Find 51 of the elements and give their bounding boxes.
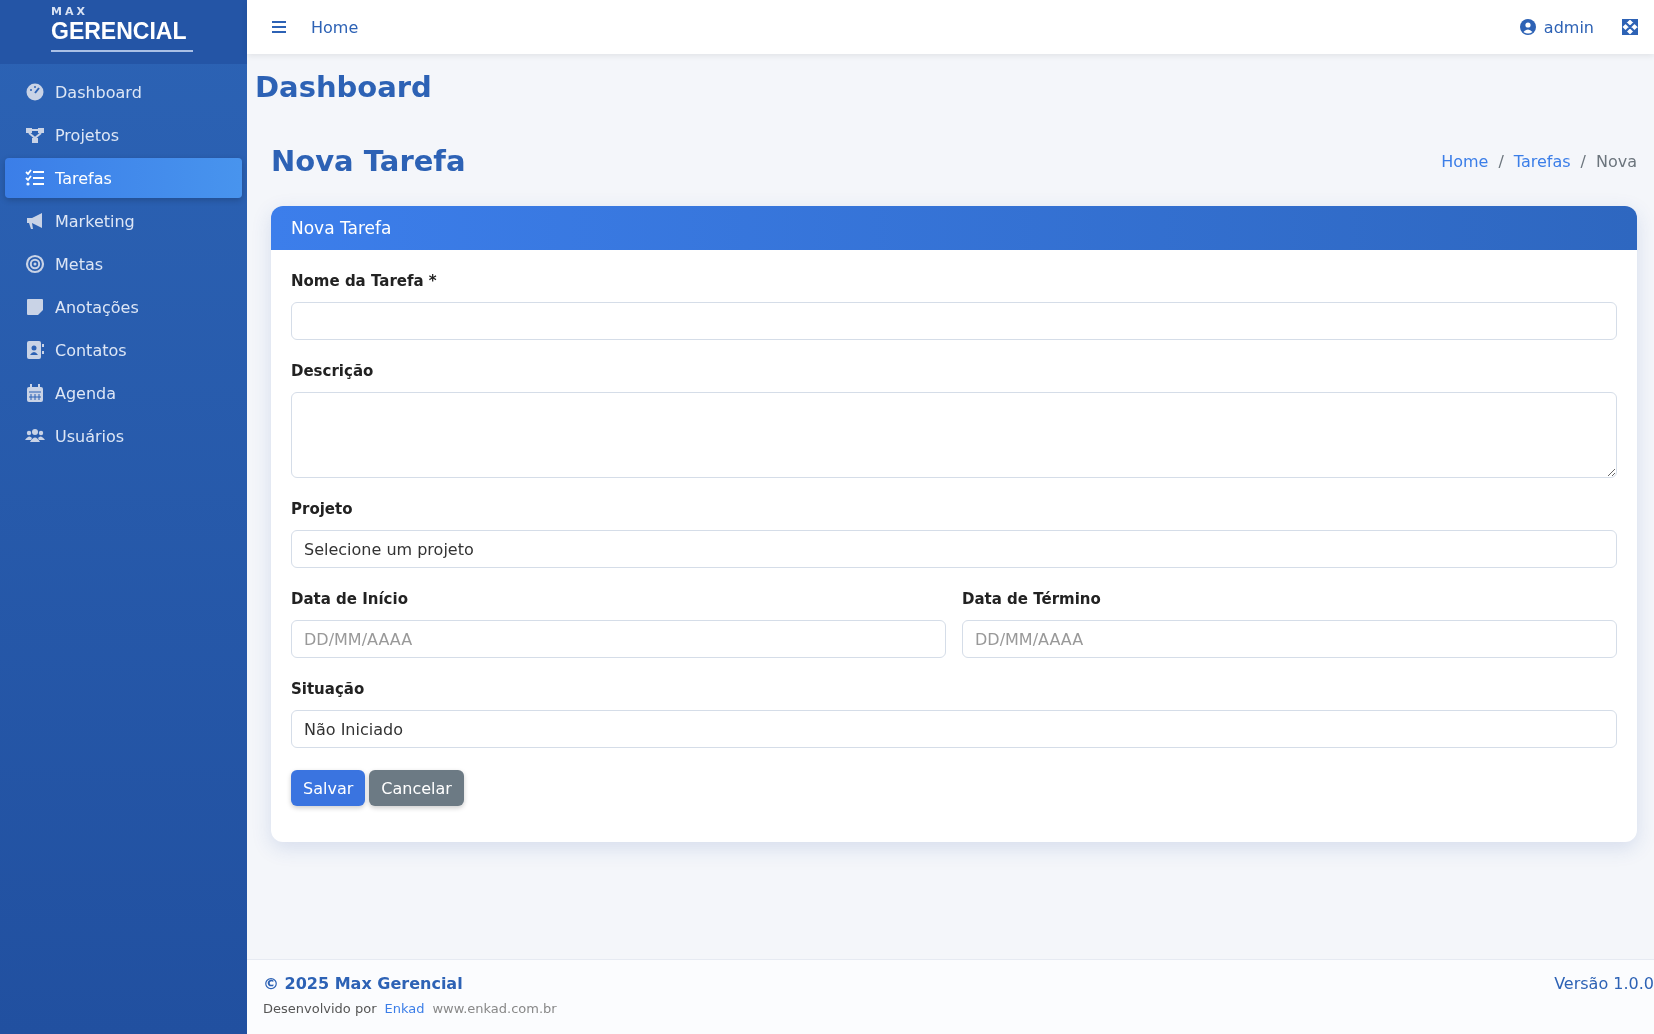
- checklist-icon: [25, 168, 45, 188]
- textarea-field[interactable]: [291, 392, 1617, 478]
- field-label: Descrição: [291, 362, 375, 380]
- input-field[interactable]: [291, 302, 1617, 340]
- breadcrumb-link[interactable]: Tarefas: [1513, 151, 1571, 171]
- fullscreen-icon[interactable]: [1622, 19, 1638, 35]
- field-label: Projeto: [291, 500, 354, 518]
- sidebar-item[interactable]: Agenda: [5, 373, 242, 413]
- sidebar-item[interactable]: Tarefas: [5, 158, 242, 198]
- card-title: Nova Tarefa: [291, 218, 392, 238]
- field-label: Data de Término: [962, 590, 1102, 608]
- user-icon: [1519, 19, 1536, 35]
- user-menu[interactable]: admin: [1519, 17, 1594, 37]
- website-text: www.enkad.com.br: [432, 1001, 557, 1016]
- input-field[interactable]: DD/MM/AAAA: [291, 620, 946, 658]
- note-icon: [25, 297, 45, 317]
- save-button[interactable]: Salvar: [291, 770, 366, 806]
- company-link[interactable]: Enkad: [384, 1001, 425, 1016]
- breadcrumb-separator: /: [1580, 151, 1586, 171]
- breadcrumb-current-page: Nova: [1595, 151, 1637, 171]
- calendar-icon: [25, 383, 45, 403]
- sidebar-item[interactable]: Marketing: [5, 201, 242, 241]
- field-label: Situação: [291, 680, 366, 698]
- select-field[interactable]: Não Iniciado: [291, 710, 1617, 748]
- menu-icon[interactable]: [271, 19, 287, 35]
- developed-by-text: Desenvolvido por: [263, 1001, 377, 1016]
- page-title: Dashboard: [255, 70, 433, 104]
- copyright-text: © 2025 Max Gerencial: [263, 974, 464, 993]
- home-link[interactable]: Home: [311, 17, 359, 37]
- version-text: Versão 1.0.0: [1554, 974, 1654, 995]
- diagram-icon: [25, 125, 45, 145]
- breadcrumb-separator: /: [1498, 151, 1504, 171]
- logo-small-text: MAX: [51, 6, 89, 18]
- sidebar-item[interactable]: Projetos: [5, 115, 242, 155]
- gauge-icon: [25, 82, 45, 102]
- sidebar-item[interactable]: Contatos: [5, 330, 242, 370]
- sidebar-item[interactable]: Usuários: [5, 416, 242, 456]
- field-label: Nome da Tarefa *: [291, 272, 438, 290]
- sidebar-item[interactable]: Anotações: [5, 287, 242, 327]
- sidebar-item[interactable]: Metas: [5, 244, 242, 284]
- select-field[interactable]: Selecione um projeto: [291, 530, 1617, 568]
- section-title: Nova Tarefa: [271, 144, 466, 178]
- logo-text: GERENCIAL: [51, 18, 193, 52]
- contact-card-icon: [25, 340, 45, 360]
- input-field[interactable]: DD/MM/AAAA: [962, 620, 1617, 658]
- cancel-button[interactable]: Cancelar: [369, 770, 464, 806]
- target-icon: [25, 254, 45, 274]
- field-label: Data de Início: [291, 590, 409, 608]
- megaphone-icon: [25, 211, 45, 231]
- breadcrumb-link[interactable]: Home: [1441, 151, 1489, 171]
- sidebar-item[interactable]: Dashboard: [5, 72, 242, 112]
